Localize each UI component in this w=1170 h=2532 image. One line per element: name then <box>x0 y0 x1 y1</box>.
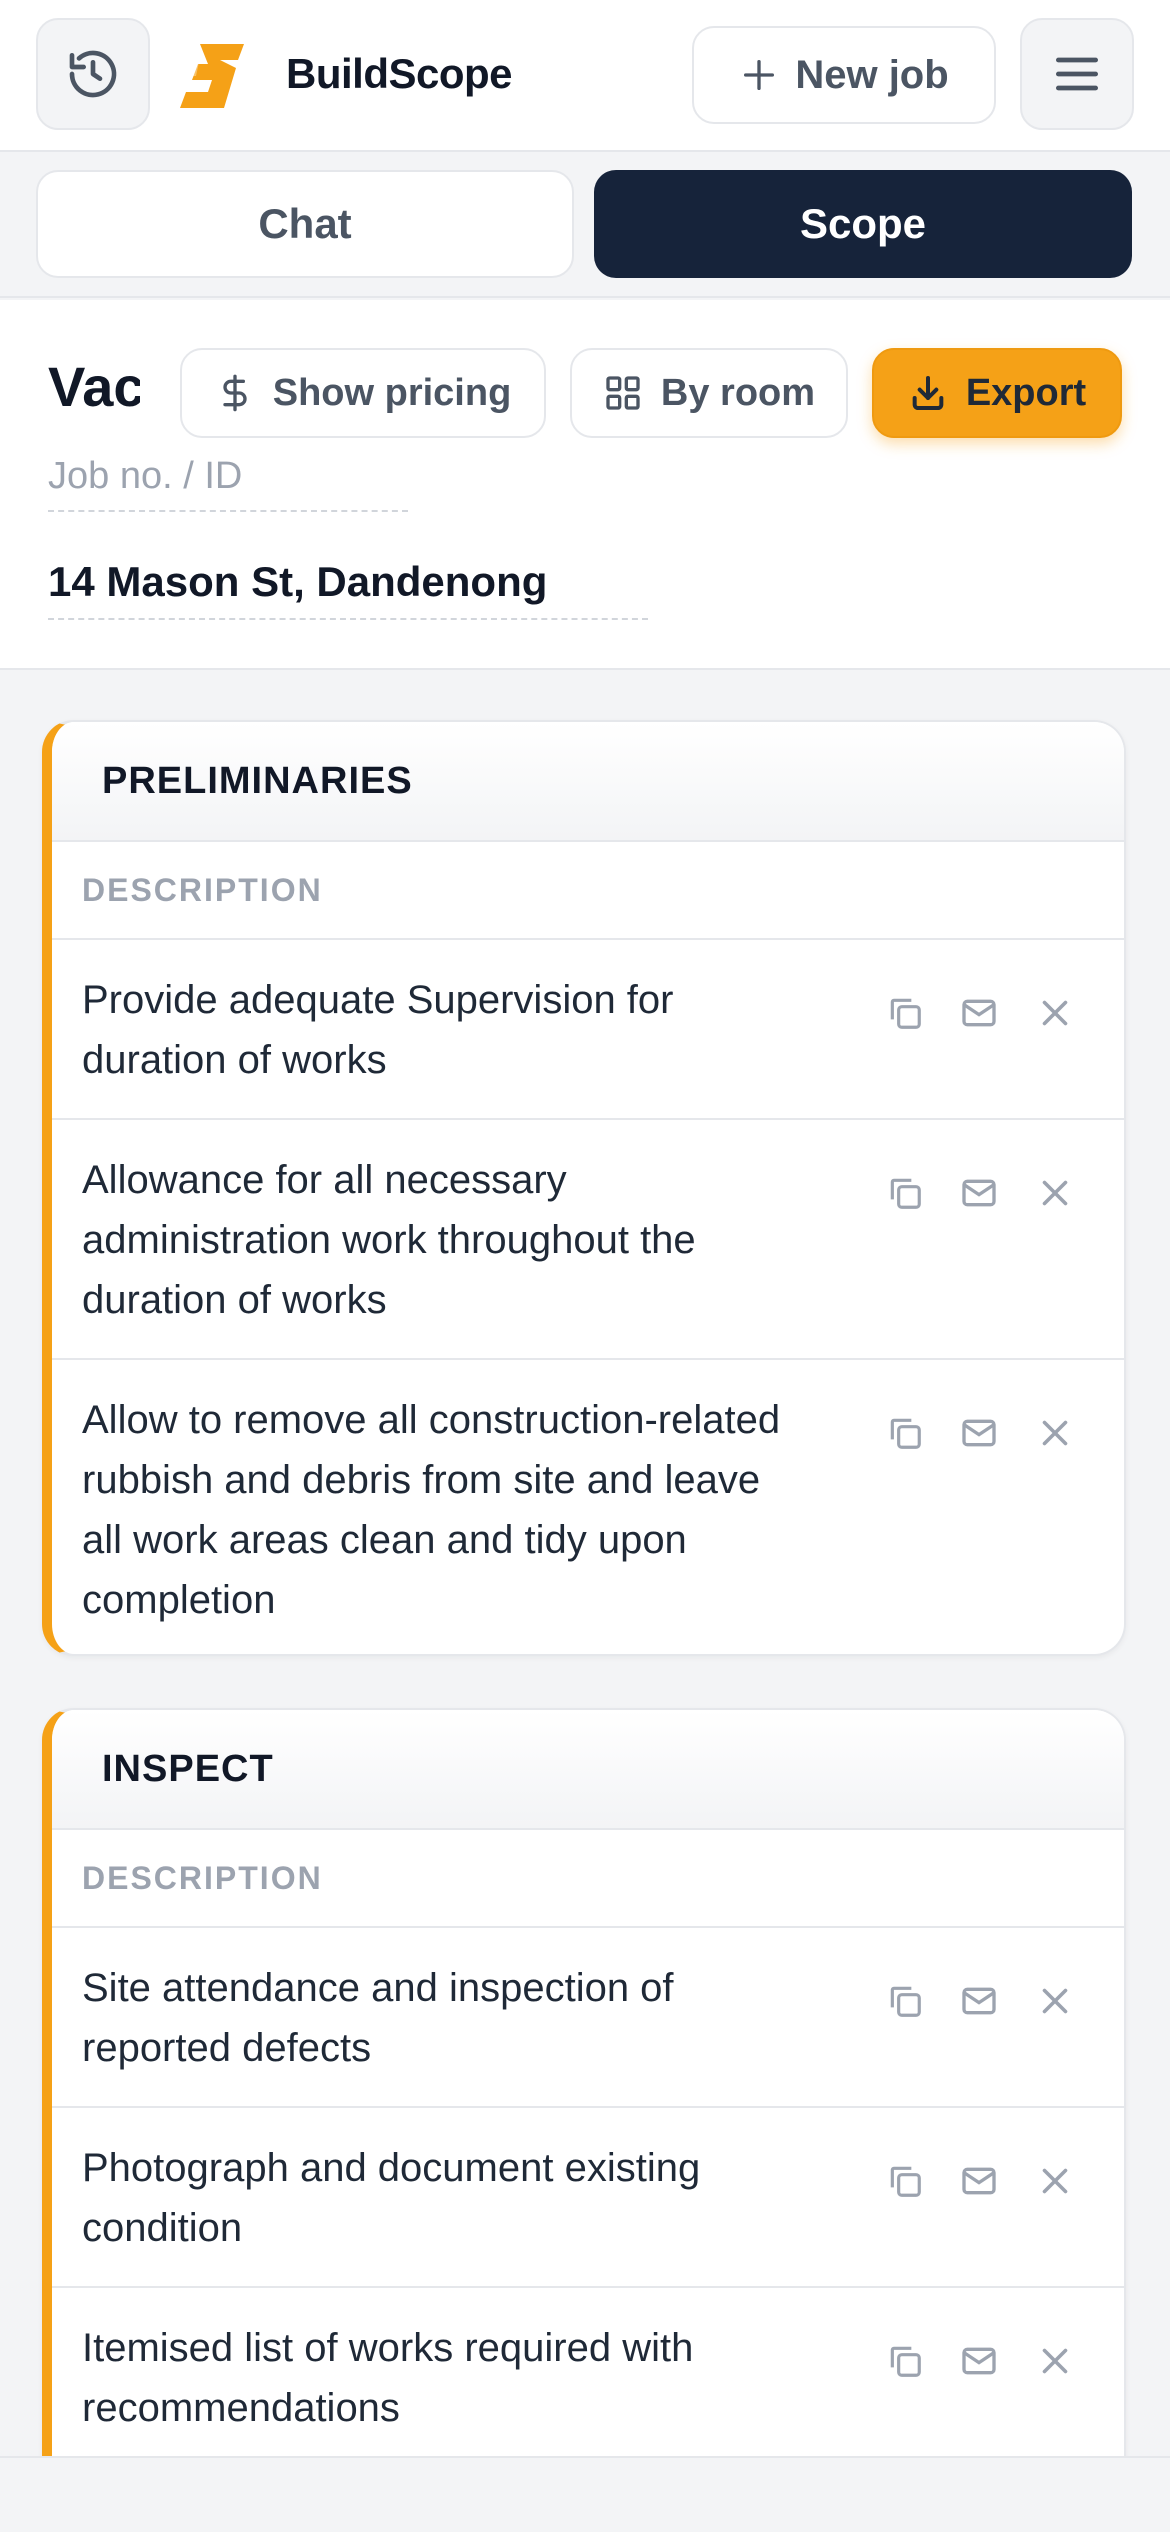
email-button[interactable] <box>956 2338 1002 2384</box>
hamburger-menu-icon <box>1056 57 1098 91</box>
delete-button[interactable] <box>1032 1410 1078 1456</box>
section-inspect: INSPECT DESCRIPTION Site attendance and … <box>42 1708 1126 2532</box>
mail-icon <box>962 2167 996 2195</box>
address-field[interactable]: 14 Mason St, Dandenong <box>48 552 648 620</box>
row-actions <box>882 990 1092 1040</box>
app-root: BuildScope New job Chat Scope Vac Show p… <box>0 0 1170 2532</box>
mail-icon <box>962 999 996 1027</box>
email-button[interactable] <box>956 2158 1002 2204</box>
menu-button[interactable] <box>1020 18 1134 130</box>
scope-item-row: Allowance for all necessary administrati… <box>52 1120 1124 1360</box>
close-icon <box>1042 1988 1068 2014</box>
delete-button[interactable] <box>1032 1170 1078 1216</box>
copy-button[interactable] <box>882 2338 928 2384</box>
row-actions <box>882 1170 1092 1220</box>
scope-item-row: Site attendance and inspection of report… <box>52 1928 1124 2108</box>
scope-item-text[interactable]: Photograph and document existing conditi… <box>82 2138 802 2258</box>
email-button[interactable] <box>956 1410 1002 1456</box>
scope-item-text[interactable]: Provide adequate Supervision for duratio… <box>82 970 802 1090</box>
by-room-button[interactable]: By room <box>570 348 848 438</box>
new-job-label: New job <box>795 52 949 97</box>
scope-item-row: Photograph and document existing conditi… <box>52 2108 1124 2288</box>
job-number-field[interactable]: Job no. / ID <box>48 450 408 512</box>
row-actions <box>882 2158 1092 2208</box>
job-info-panel: Vac Show pricing By room Export Job no. <box>0 300 1170 670</box>
copy-button[interactable] <box>882 1978 928 2024</box>
download-icon <box>912 376 944 410</box>
view-tabs: Chat Scope <box>0 154 1170 298</box>
delete-button[interactable] <box>1032 1978 1078 2024</box>
row-actions <box>882 2338 1092 2388</box>
mail-icon <box>962 1987 996 2015</box>
copy-button[interactable] <box>882 1410 928 1456</box>
row-actions <box>882 1410 1092 1460</box>
scope-item-row: Provide adequate Supervision for duratio… <box>52 940 1124 1120</box>
email-button[interactable] <box>956 990 1002 1036</box>
tab-chat[interactable]: Chat <box>36 170 574 278</box>
bottom-bar <box>0 2456 1170 2532</box>
mail-icon <box>962 1419 996 1447</box>
export-label: Export <box>965 371 1087 414</box>
delete-button[interactable] <box>1032 2158 1078 2204</box>
dollar-icon <box>223 374 247 412</box>
export-button[interactable]: Export <box>872 348 1122 438</box>
new-job-button[interactable]: New job <box>692 26 996 124</box>
delete-button[interactable] <box>1032 990 1078 1036</box>
history-icon <box>69 50 117 98</box>
show-pricing-label: Show pricing <box>272 371 512 414</box>
email-button[interactable] <box>956 1170 1002 1216</box>
buildscope-logo <box>180 44 244 108</box>
copy-button[interactable] <box>882 2158 928 2204</box>
scope-item-text[interactable]: Allow to remove all construction-related… <box>82 1390 802 1630</box>
copy-icon <box>890 1986 921 2017</box>
close-icon <box>1042 2168 1068 2194</box>
section-title: PRELIMINARIES <box>52 722 1124 842</box>
section-preliminaries: PRELIMINARIES DESCRIPTION Provide adequa… <box>42 720 1126 1656</box>
section-title: INSPECT <box>52 1710 1124 1830</box>
mail-icon <box>962 2347 996 2375</box>
column-header-description: DESCRIPTION <box>52 842 1124 940</box>
column-header-description: DESCRIPTION <box>52 1830 1124 1928</box>
close-icon <box>1042 1420 1068 1446</box>
job-title-input[interactable]: Vac <box>48 352 140 422</box>
by-room-label: By room <box>660 371 816 414</box>
show-pricing-button[interactable]: Show pricing <box>180 348 546 438</box>
copy-icon <box>890 998 921 1029</box>
mail-icon <box>962 1179 996 1207</box>
scope-item-text[interactable]: Allowance for all necessary administrati… <box>82 1150 802 1330</box>
tab-scope[interactable]: Scope <box>594 170 1132 278</box>
copy-icon <box>890 1418 921 1449</box>
close-icon <box>1042 2348 1068 2374</box>
plus-icon <box>744 60 775 91</box>
row-actions <box>882 1978 1092 2028</box>
scope-item-row: Allow to remove all construction-related… <box>52 1360 1124 1654</box>
delete-button[interactable] <box>1032 2338 1078 2384</box>
scope-item-row: Itemised list of works required with rec… <box>52 2288 1124 2468</box>
top-header: BuildScope New job <box>0 0 1170 152</box>
copy-icon <box>890 2166 921 2197</box>
scope-item-text[interactable]: Itemised list of works required with rec… <box>82 2318 802 2438</box>
email-button[interactable] <box>956 1978 1002 2024</box>
copy-button[interactable] <box>882 990 928 1036</box>
grid-icon <box>606 376 640 410</box>
copy-button[interactable] <box>882 1170 928 1216</box>
copy-icon <box>890 2346 921 2377</box>
close-icon <box>1042 1180 1068 1206</box>
history-button[interactable] <box>36 18 150 130</box>
brand-name: BuildScope <box>286 50 513 97</box>
copy-icon <box>890 1178 921 1209</box>
scope-item-text[interactable]: Site attendance and inspection of report… <box>82 1958 802 2078</box>
close-icon <box>1042 1000 1068 1026</box>
